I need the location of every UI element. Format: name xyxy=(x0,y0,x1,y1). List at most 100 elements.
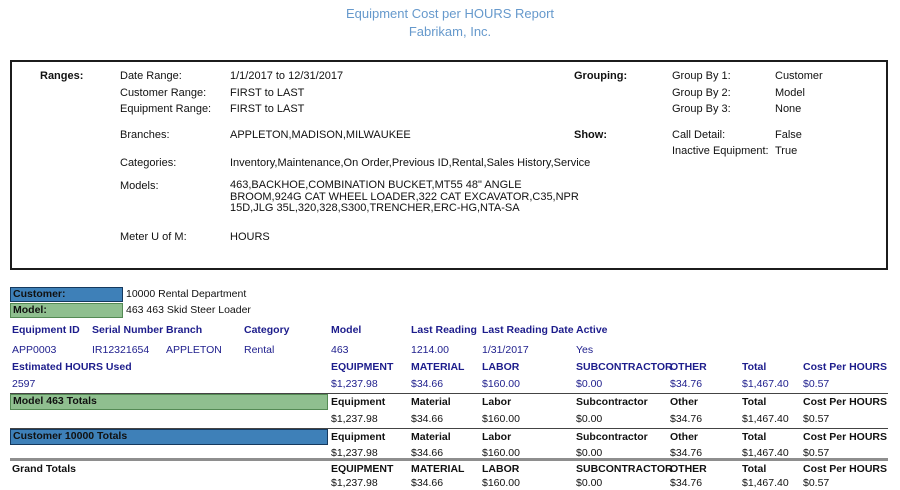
estimated-material: $34.66 xyxy=(411,378,443,390)
grand-totals-header-other: OTHER xyxy=(670,463,707,475)
col-header-serial-number: Serial Number xyxy=(92,324,163,336)
grand-totals-header-labor: LABOR xyxy=(482,463,519,475)
model-totals-cost-per-hours: $0.57 xyxy=(803,413,829,425)
detail-active: Yes xyxy=(576,344,593,356)
cost-header-equipment: EQUIPMENT xyxy=(331,361,393,373)
detail-serial-number: IR12321654 xyxy=(92,344,149,356)
detail-branch: APPLETON xyxy=(166,344,222,356)
range-label-date: Date Range: xyxy=(120,70,182,82)
grand-totals-subcontractor: $0.00 xyxy=(576,477,602,489)
grand-totals-material: $34.66 xyxy=(411,477,443,489)
col-header-active: Active xyxy=(576,324,608,336)
model-totals-header-other: Other xyxy=(670,396,698,408)
cost-header-cost-per-hours: Cost Per HOURS xyxy=(803,361,887,373)
range-label-meter: Meter U of M: xyxy=(120,231,187,243)
customer-band-value: 10000 Rental Department xyxy=(126,288,246,300)
model-totals-material: $34.66 xyxy=(411,413,443,425)
range-label-branches: Branches: xyxy=(120,129,170,141)
range-value-categories: Inventory,Maintenance,On Order,Previous … xyxy=(230,157,590,169)
model-totals-labor: $160.00 xyxy=(482,413,520,425)
model-totals-subcontractor: $0.00 xyxy=(576,413,602,425)
estimated-subcontractor: $0.00 xyxy=(576,378,602,390)
customer-totals-header-labor: Labor xyxy=(482,431,511,443)
report-page: Equipment Cost per HOURS Report Fabrikam… xyxy=(0,0,900,490)
grouping-value-1: Customer xyxy=(775,70,823,82)
grand-totals-label: Grand Totals xyxy=(12,463,76,475)
range-label-categories: Categories: xyxy=(120,157,176,169)
estimated-cost-per-hours: $0.57 xyxy=(803,378,829,390)
model-totals-total: $1,467.40 xyxy=(742,413,789,425)
range-value-models: 463,BACKHOE,COMBINATION BUCKET,MT55 48" … xyxy=(230,180,582,215)
show-value-inactive: True xyxy=(775,145,797,157)
grouping-value-2: Model xyxy=(775,87,805,99)
model-band-label: Model: xyxy=(13,304,47,316)
customer-totals-header-other: Other xyxy=(670,431,698,443)
estimated-total: $1,467.40 xyxy=(742,378,789,390)
customer-band-label: Customer: xyxy=(13,288,66,300)
divider-line-thick xyxy=(10,458,888,461)
grand-totals-total: $1,467.40 xyxy=(742,477,789,489)
estimated-hours-label: Estimated HOURS Used xyxy=(12,361,132,373)
model-totals-header-total: Total xyxy=(742,396,766,408)
range-value-customer: FIRST to LAST xyxy=(230,87,304,99)
report-title: Equipment Cost per HOURS Report xyxy=(0,6,900,22)
grand-totals-equipment: $1,237.98 xyxy=(331,477,378,489)
range-label-equipment: Equipment Range: xyxy=(120,103,211,115)
customer-totals-header-equipment: Equipment xyxy=(331,431,385,443)
grand-totals-labor: $160.00 xyxy=(482,477,520,489)
grand-totals-header-total: Total xyxy=(742,463,766,475)
customer-totals-header-subcontractor: Subcontractor xyxy=(576,431,648,443)
company-name: Fabrikam, Inc. xyxy=(0,24,900,40)
customer-totals-header-cost-per-hours: Cost Per HOURS xyxy=(803,431,887,443)
grouping-section-label: Grouping: xyxy=(574,70,627,82)
grand-totals-other: $34.76 xyxy=(670,477,702,489)
ranges-section-label: Ranges: xyxy=(40,70,83,82)
range-label-models: Models: xyxy=(120,180,159,192)
range-label-customer: Customer Range: xyxy=(120,87,206,99)
detail-model: 463 xyxy=(331,344,349,356)
detail-last-reading-date: 1/31/2017 xyxy=(482,344,529,356)
show-value-call-detail: False xyxy=(775,129,802,141)
grouping-label-3: Group By 3: xyxy=(672,103,731,115)
grand-totals-cost-per-hours: $0.57 xyxy=(803,477,829,489)
estimated-hours-value: 2597 xyxy=(12,378,35,390)
estimated-other: $34.76 xyxy=(670,378,702,390)
model-totals-header-equipment: Equipment xyxy=(331,396,385,408)
grouping-value-3: None xyxy=(775,103,801,115)
estimated-labor: $160.00 xyxy=(482,378,520,390)
cost-header-other: OTHER xyxy=(670,361,707,373)
model-band-value: 463 463 Skid Steer Loader xyxy=(126,304,251,316)
range-value-equipment: FIRST to LAST xyxy=(230,103,304,115)
model-totals-label: Model 463 Totals xyxy=(13,395,97,407)
show-section-label: Show: xyxy=(574,129,607,141)
show-label-inactive: Inactive Equipment: xyxy=(672,145,769,157)
detail-equipment-id: APP0003 xyxy=(12,344,56,356)
model-totals-header-labor: Labor xyxy=(482,396,511,408)
grouping-label-1: Group By 1: xyxy=(672,70,731,82)
cost-header-subcontractor: SUBCONTRACTOR xyxy=(576,361,673,373)
col-header-last-reading: Last Reading xyxy=(411,324,477,336)
col-header-branch: Branch xyxy=(166,324,202,336)
range-value-meter: HOURS xyxy=(230,231,270,243)
cost-header-labor: LABOR xyxy=(482,361,519,373)
col-header-equipment-id: Equipment ID xyxy=(12,324,80,336)
grand-totals-header-equipment: EQUIPMENT xyxy=(331,463,393,475)
grouping-label-2: Group By 2: xyxy=(672,87,731,99)
show-label-call-detail: Call Detail: xyxy=(672,129,725,141)
cost-header-total: Total xyxy=(742,361,766,373)
detail-category: Rental xyxy=(244,344,274,356)
customer-totals-header-total: Total xyxy=(742,431,766,443)
grand-totals-header-subcontractor: SUBCONTRACTOR xyxy=(576,463,673,475)
grand-totals-header-cost-per-hours: Cost Per HOURS xyxy=(803,463,887,475)
customer-totals-header-material: Material xyxy=(411,431,451,443)
range-value-branches: APPLETON,MADISON,MILWAUKEE xyxy=(230,129,411,141)
detail-last-reading: 1214.00 xyxy=(411,344,449,356)
model-totals-header-subcontractor: Subcontractor xyxy=(576,396,648,408)
customer-totals-label: Customer 10000 Totals xyxy=(13,430,127,442)
model-totals-header-material: Material xyxy=(411,396,451,408)
range-value-date: 1/1/2017 to 12/31/2017 xyxy=(230,70,343,82)
model-totals-other: $34.76 xyxy=(670,413,702,425)
col-header-last-reading-date: Last Reading Date xyxy=(482,324,574,336)
grand-totals-header-material: MATERIAL xyxy=(411,463,464,475)
col-header-category: Category xyxy=(244,324,290,336)
